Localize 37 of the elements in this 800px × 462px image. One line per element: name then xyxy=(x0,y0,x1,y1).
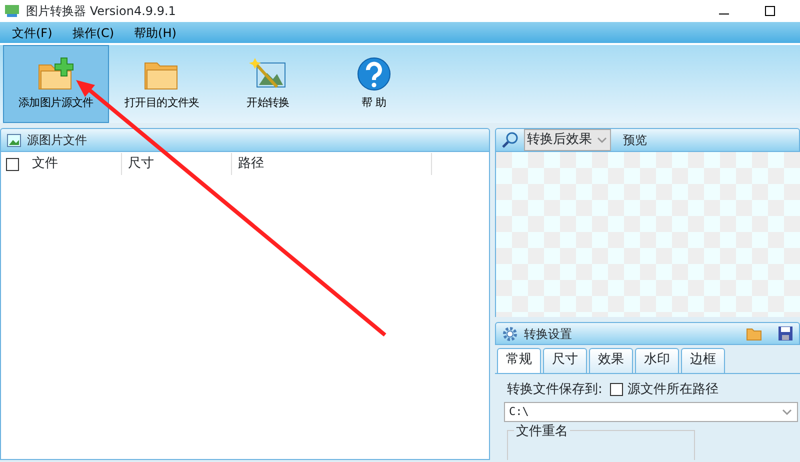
maximize-icon[interactable] xyxy=(764,5,776,17)
settings-tab[interactable]: 水印 xyxy=(635,348,679,372)
save-to-label: 转换文件保存到: xyxy=(507,380,602,398)
checkbox[interactable] xyxy=(610,382,624,396)
preview-label: 预览 xyxy=(623,132,647,149)
toolbar-button[interactable]: 打开目的文件夹 xyxy=(109,45,215,123)
preview-mode-dropdown[interactable]: 转换后效果 xyxy=(524,129,611,150)
caret-icon xyxy=(596,134,608,145)
picture-icon xyxy=(7,134,21,146)
menu-item[interactable]: 操作(C) xyxy=(72,24,114,42)
path-dropdown[interactable]: C:\ xyxy=(504,402,798,422)
magic-wand-picture-icon xyxy=(249,56,287,91)
checkbox-label[interactable]: 源文件所在路径 xyxy=(627,380,718,399)
column-header[interactable]: 路径 xyxy=(232,153,432,175)
app-icon xyxy=(4,4,20,18)
folder-plus-icon xyxy=(37,56,75,91)
settings-tab[interactable]: 尺寸 xyxy=(543,348,587,372)
panel-title: 转换设置 xyxy=(524,326,572,343)
save-icon[interactable] xyxy=(778,326,793,342)
panel-title: 源图片文件 xyxy=(27,132,87,149)
column-header[interactable]: 文件 xyxy=(32,153,122,175)
column-header[interactable]: 尺寸 xyxy=(122,153,232,175)
window-title: 图片转换器 Version4.9.9.1 xyxy=(26,3,176,20)
select-all-checkbox[interactable] xyxy=(6,158,19,170)
menu-item[interactable]: 文件(F) xyxy=(12,24,52,42)
help-icon xyxy=(357,56,391,91)
group-label: 文件重名 xyxy=(514,424,570,439)
toolbar-button[interactable]: 添加图片源文件 xyxy=(3,45,109,123)
caret-icon xyxy=(781,407,793,417)
toolbar-button[interactable]: 开始转换 xyxy=(215,45,321,123)
menu-item[interactable]: 帮助(H) xyxy=(134,24,176,42)
settings-tab[interactable]: 效果 xyxy=(589,348,633,372)
settings-tab[interactable]: 常规 xyxy=(497,348,541,372)
toolbar-button[interactable]: 帮 助 xyxy=(321,45,427,123)
settings-tab[interactable]: 边框 xyxy=(681,348,725,372)
search-icon xyxy=(502,132,518,148)
gear-icon xyxy=(502,326,518,342)
